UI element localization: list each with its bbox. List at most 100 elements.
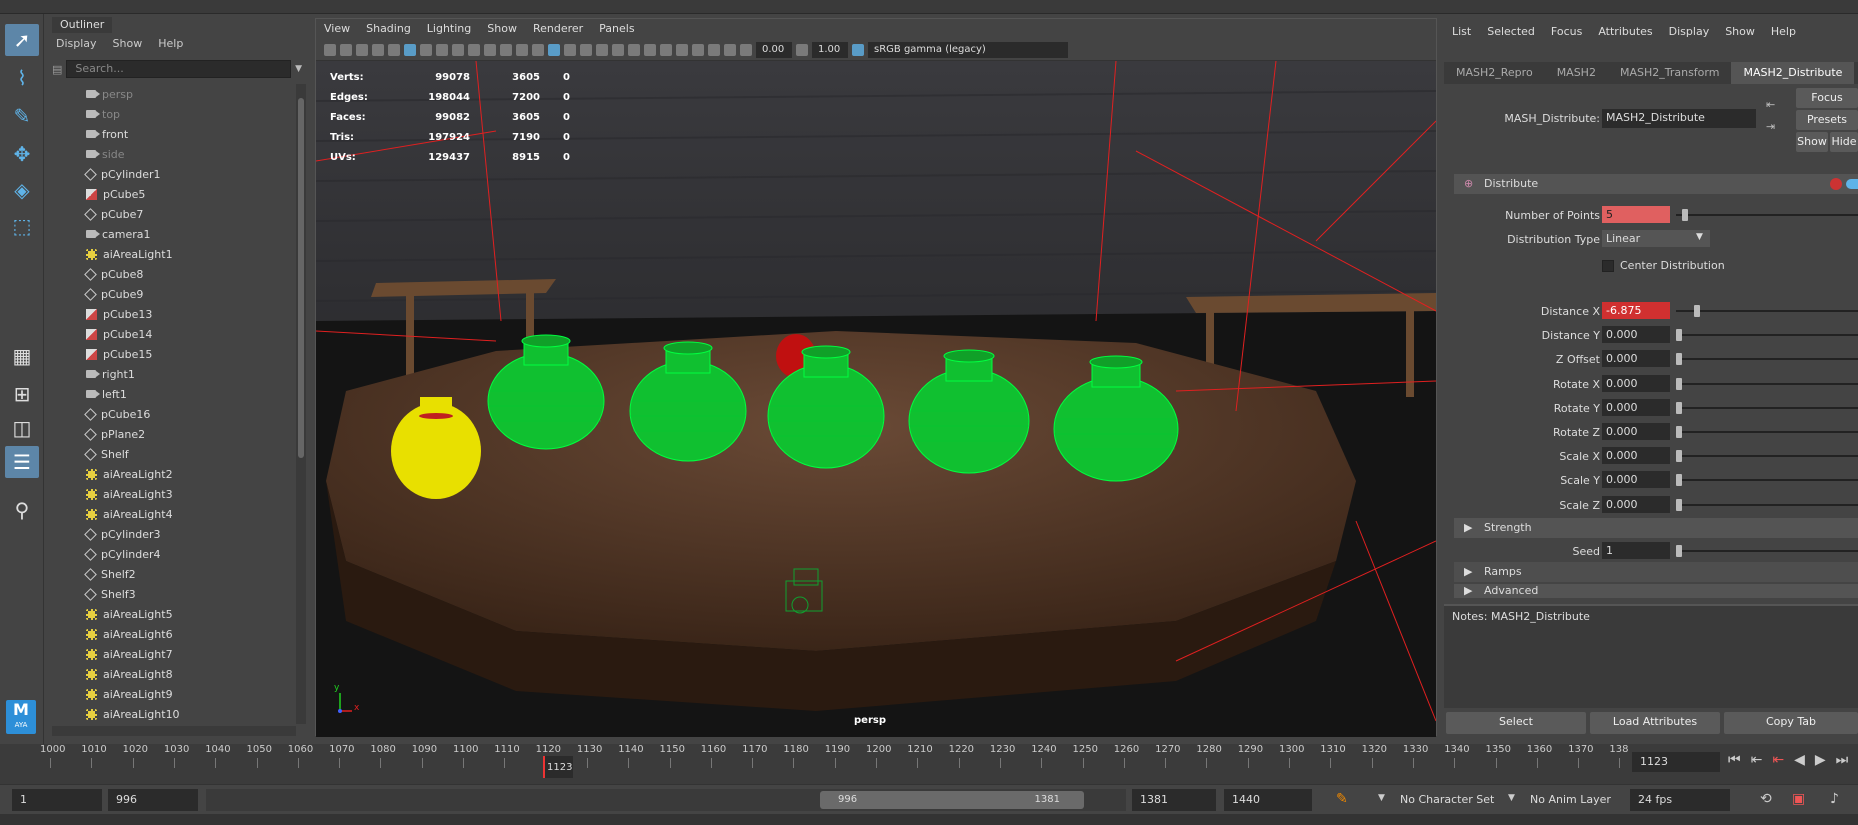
tab-mash2-transform[interactable]: MASH2_Transform: [1608, 62, 1731, 84]
outliner-item[interactable]: pCube8: [46, 264, 294, 284]
outliner-item[interactable]: aiAreaLight2: [46, 464, 294, 484]
anim-layer-select[interactable]: No Anim Layer: [1522, 789, 1622, 811]
filter-icon[interactable]: ▤: [52, 63, 62, 76]
ae-menu-display[interactable]: Display: [1669, 24, 1710, 40]
go-to-end-icon[interactable]: ⏭: [1836, 752, 1849, 768]
go-to-start-icon[interactable]: ⏮: [1728, 752, 1741, 768]
delete-node-icon[interactable]: [1830, 178, 1842, 190]
outliner-item[interactable]: pCube16: [46, 404, 294, 424]
outliner-item[interactable]: aiAreaLight1: [46, 244, 294, 264]
tab-mash2-repro[interactable]: MASH2_Repro: [1444, 62, 1545, 84]
ssao-icon[interactable]: [628, 43, 640, 56]
vp-menu-panels[interactable]: Panels: [599, 19, 634, 39]
color-space-select[interactable]: sRGB gamma (legacy): [868, 41, 1068, 58]
step-back-frame-icon[interactable]: ⇤: [1772, 752, 1784, 768]
node-name-field[interactable]: MASH2_Distribute: [1602, 109, 1756, 128]
textured-icon[interactable]: [580, 43, 592, 56]
auto-key-icon[interactable]: ✎: [1336, 791, 1348, 807]
vp-menu-renderer[interactable]: Renderer: [533, 19, 583, 39]
isolate-select-icon[interactable]: [676, 43, 688, 56]
film-gate-icon[interactable]: [436, 43, 448, 56]
ae-menu-show[interactable]: Show: [1725, 24, 1755, 40]
search-dropdown-icon[interactable]: ▼: [295, 64, 302, 74]
shadows-icon[interactable]: [612, 43, 624, 56]
vp-menu-shading[interactable]: Shading: [366, 19, 411, 39]
outliner-item[interactable]: aiAreaLight6: [46, 624, 294, 644]
outliner-hscrollbar[interactable]: [52, 726, 296, 736]
outliner-item[interactable]: Shelf3: [46, 584, 294, 604]
xray-icon[interactable]: [692, 43, 704, 56]
field-input[interactable]: 0.000: [1602, 495, 1670, 513]
color-management-icon[interactable]: [852, 43, 864, 56]
outliner-item[interactable]: pCylinder3: [46, 524, 294, 544]
field-slider[interactable]: [1694, 305, 1700, 317]
camera-attr-icon[interactable]: [340, 43, 352, 56]
field-input[interactable]: -6.875: [1602, 302, 1670, 319]
num-points-slider[interactable]: [1682, 209, 1688, 221]
ae-menu-attributes[interactable]: Attributes: [1598, 24, 1652, 40]
gate-mask-icon[interactable]: [468, 43, 480, 56]
outliner-item[interactable]: pCube13: [46, 304, 294, 324]
outliner-item[interactable]: aiAreaLight3: [46, 484, 294, 504]
vp-menu-lighting[interactable]: Lighting: [427, 19, 471, 39]
expand-node-icon[interactable]: ⇥: [1766, 120, 1775, 133]
grease-pencil-icon[interactable]: [388, 43, 400, 56]
ae-menu-selected[interactable]: Selected: [1487, 24, 1535, 40]
outliner-item[interactable]: persp: [46, 84, 294, 104]
fps-select[interactable]: 24 fps: [1630, 789, 1730, 811]
vp-menu-view[interactable]: View: [324, 19, 350, 39]
xray-joints-icon[interactable]: [708, 43, 720, 56]
copy-tab-button[interactable]: Copy Tab: [1724, 712, 1858, 734]
layout-two-icon[interactable]: ◫: [5, 412, 39, 444]
gamma-icon[interactable]: [796, 43, 808, 56]
seed-field[interactable]: 1: [1602, 542, 1670, 559]
field-input[interactable]: 0.000: [1602, 350, 1670, 368]
anim-end-field[interactable]: 1440: [1224, 789, 1312, 811]
outliner-item[interactable]: aiAreaLight4: [46, 504, 294, 524]
paint-select-tool-icon[interactable]: ✎: [5, 100, 39, 132]
outliner-item[interactable]: Shelf: [46, 444, 294, 464]
layout-four-icon[interactable]: ⊞: [5, 378, 39, 410]
outliner-menu-display[interactable]: Display: [56, 34, 97, 54]
search-tool-icon[interactable]: ⚲: [5, 494, 39, 526]
time-slider[interactable]: 1000 1010 1020 1030 1040 1050 1060 1070 1080 1090…: [0, 744, 1858, 784]
ae-menu-help[interactable]: Help: [1771, 24, 1796, 40]
layout-single-icon[interactable]: ▦: [5, 340, 39, 372]
notes-panel[interactable]: Notes: MASH2_Distribute: [1444, 604, 1858, 708]
field-slider[interactable]: [1676, 498, 1682, 511]
anim-start-field[interactable]: 1: [12, 789, 102, 811]
show-button[interactable]: Show: [1796, 132, 1828, 152]
outliner-item[interactable]: aiAreaLight8: [46, 664, 294, 684]
center-distribution-checkbox[interactable]: [1602, 260, 1614, 272]
distribute-section-header[interactable]: ⊕ Distribute: [1454, 174, 1858, 194]
seed-slider[interactable]: [1676, 545, 1682, 557]
outliner-search-input[interactable]: Search...: [66, 60, 292, 78]
advanced-section-header[interactable]: ▶ Advanced: [1454, 584, 1858, 598]
scale-tool-icon[interactable]: ⬚: [5, 210, 39, 242]
outliner-item[interactable]: aiAreaLight7: [46, 644, 294, 664]
current-frame-field[interactable]: 1123: [1632, 752, 1720, 772]
outliner-item[interactable]: aiAreaLight10: [46, 704, 294, 724]
play-backward-icon[interactable]: ◀: [1794, 752, 1805, 768]
tab-mash2[interactable]: MASH2: [1545, 62, 1608, 84]
outliner-vscrollbar[interactable]: [296, 84, 306, 724]
pencil-icon[interactable]: [404, 43, 416, 56]
playback-end-field[interactable]: 1381: [1132, 789, 1216, 811]
smooth-shade-icon[interactable]: [548, 43, 560, 56]
outliner-item[interactable]: side: [46, 144, 294, 164]
image-plane-icon[interactable]: [372, 43, 384, 56]
play-forward-icon[interactable]: ▶: [1815, 752, 1826, 768]
outliner-item[interactable]: front: [46, 124, 294, 144]
field-chart-icon[interactable]: [484, 43, 496, 56]
tab-mash2-distribute[interactable]: MASH2_Distribute: [1731, 62, 1855, 84]
outliner-item[interactable]: camera1: [46, 224, 294, 244]
field-slider[interactable]: [1676, 353, 1682, 366]
character-set-select[interactable]: No Character Set: [1392, 789, 1504, 811]
outliner-item[interactable]: aiAreaLight5: [46, 604, 294, 624]
field-slider[interactable]: [1676, 377, 1682, 390]
exposure-field[interactable]: 0.00: [756, 41, 792, 58]
outliner-menu-help[interactable]: Help: [158, 34, 183, 54]
select-tool-icon[interactable]: ➚: [5, 24, 39, 56]
field-slider[interactable]: [1676, 401, 1682, 414]
enable-toggle[interactable]: [1846, 179, 1858, 189]
